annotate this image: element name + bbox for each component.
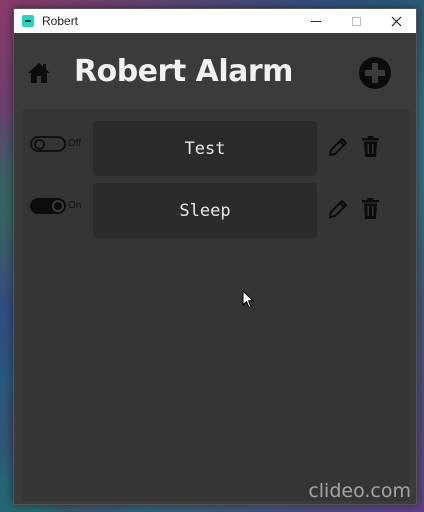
add-alarm-button[interactable] <box>358 56 392 90</box>
delete-alarm-button[interactable] <box>362 198 379 219</box>
watermark: clideo.com <box>308 480 411 502</box>
alarm-toggle[interactable]: On <box>30 198 82 214</box>
trash-icon <box>362 198 379 219</box>
app-icon <box>22 15 34 27</box>
toggle-label: Off <box>68 138 82 149</box>
plus-circle-icon <box>359 57 391 89</box>
alarm-row: Off Test <box>23 115 409 176</box>
home-icon <box>28 63 50 83</box>
window-controls <box>296 9 416 33</box>
close-button[interactable] <box>376 9 416 33</box>
cursor-icon <box>242 289 255 309</box>
pencil-icon <box>329 200 347 218</box>
alarm-list: Off Test On Sleep <box>23 109 409 501</box>
title-bar[interactable]: Robert <box>14 9 416 33</box>
alarm-name[interactable]: Test <box>93 121 317 176</box>
delete-alarm-button[interactable] <box>362 136 379 157</box>
maximize-button[interactable] <box>336 9 376 33</box>
toggle-knob <box>52 200 64 212</box>
app-header: Robert Alarm <box>14 33 416 113</box>
close-icon <box>391 16 401 26</box>
maximize-icon <box>351 16 361 26</box>
minimize-icon <box>311 20 321 22</box>
edit-alarm-button[interactable] <box>328 137 348 157</box>
toggle-label: On <box>68 200 82 211</box>
app-title: Robert Alarm <box>74 54 293 89</box>
toggle-knob <box>34 139 45 150</box>
alarm-toggle[interactable]: Off <box>30 136 82 152</box>
pencil-icon <box>329 138 347 156</box>
trash-icon <box>362 136 379 157</box>
edit-alarm-button[interactable] <box>328 199 348 219</box>
alarm-name[interactable]: Sleep <box>93 183 317 238</box>
window-title: Robert <box>42 14 79 28</box>
minimize-button[interactable] <box>296 9 336 33</box>
home-button[interactable] <box>27 61 51 85</box>
toggle-switch[interactable] <box>30 198 66 214</box>
mouse-cursor <box>242 289 255 309</box>
app-window: Robert Robert Alarm Off Test On Sleep <box>13 8 417 505</box>
alarm-row: On Sleep <box>23 177 409 238</box>
toggle-switch[interactable] <box>30 136 66 152</box>
